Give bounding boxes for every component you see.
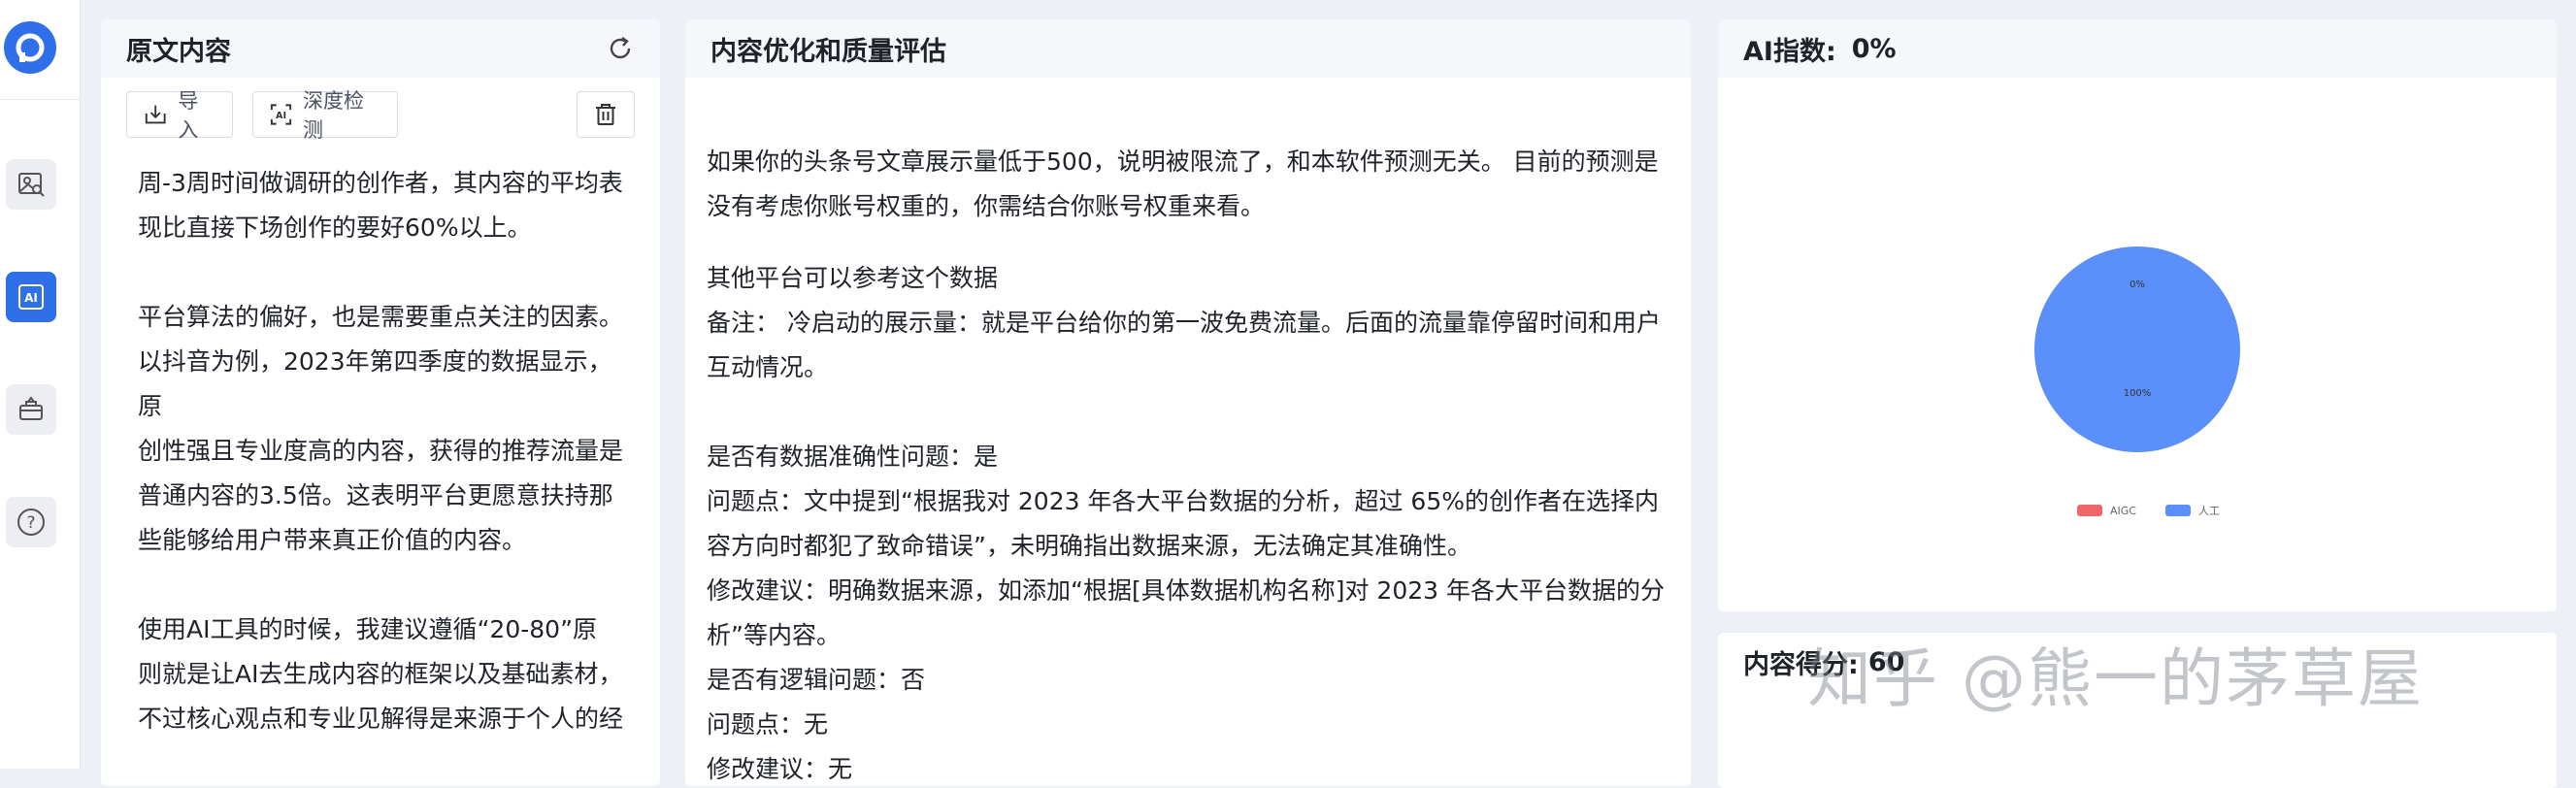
trash-icon bbox=[596, 104, 615, 125]
legend-swatch bbox=[2077, 505, 2102, 516]
original-text[interactable]: 周-3周时间做调研的创作者，其内容的平均表 现比直接下场创作的要好60%以上。 … bbox=[138, 161, 633, 786]
text-line: 创性强且专业度高的内容，获得的推荐流量是 bbox=[138, 437, 624, 465]
sidebar-divider bbox=[0, 99, 80, 100]
ai-index-title: AI指数: bbox=[1743, 36, 1836, 67]
deep-check-button[interactable]: AI 深度检测 bbox=[252, 89, 398, 142]
text-line: 则就是让AI去生成内容的框架以及基础素材， bbox=[138, 660, 623, 688]
ai-scan-icon: AI bbox=[270, 104, 292, 125]
text-line: 是否有数据准确性问题：是 bbox=[707, 443, 999, 471]
text-line: 现比直接下场创作的要好60%以上。 bbox=[138, 213, 532, 242]
text-line: 使用AI工具的时候，我建议遵循“20-80”原 bbox=[138, 615, 598, 643]
ai-index-pie-chart: 0% 100% bbox=[2034, 246, 2240, 452]
toolbox-icon bbox=[19, 396, 43, 420]
panel-header: AI指数: 0% bbox=[1718, 19, 2557, 78]
paragraph: 使用AI工具的时候，我建议遵循“20-80”原 则就是让AI去生成内容的框架以及… bbox=[138, 607, 633, 741]
svg-text:AI: AI bbox=[276, 111, 286, 121]
ai-index-value: 0% bbox=[1851, 33, 1897, 64]
panel-header: 原文内容 bbox=[101, 19, 660, 78]
import-label: 导入 bbox=[178, 89, 199, 142]
paragraph: 周-3周时间做调研的创作者，其内容的平均表 现比直接下场创作的要好60%以上。 bbox=[138, 161, 633, 250]
text-line: 平台算法的偏好，也是需要重点关注的因素。 bbox=[138, 303, 624, 331]
text-line: 修改建议：无 bbox=[707, 755, 853, 783]
original-toolbar: 导入 AI 深度检测 bbox=[126, 89, 635, 142]
original-content-panel: 原文内容 导入 AI 深度检测 周-3周时间做调研的创作者，其内容的平均表 现比… bbox=[101, 19, 660, 786]
import-button[interactable]: 导入 bbox=[126, 89, 233, 142]
panel-header: 内容优化和质量评估 bbox=[685, 19, 1691, 78]
text-line: 周-3周时间做调研的创作者，其内容的平均表 bbox=[138, 169, 623, 197]
image-analysis-icon bbox=[18, 173, 45, 197]
text-line: 互动情况。 bbox=[707, 353, 829, 381]
sidebar: AI ? bbox=[0, 0, 81, 769]
text-line: 修改建议：明确数据来源，如添加“根据[具体数据机构名称]对 2023 年各大平台… bbox=[707, 576, 1665, 605]
delete-button[interactable] bbox=[577, 91, 635, 138]
text-line: 普通内容的3.5倍。这表明平台更愿意扶持那 bbox=[138, 481, 613, 509]
svg-text:AI: AI bbox=[24, 291, 38, 305]
watermark: 知乎 @熊一的茅草屋 bbox=[1807, 641, 2424, 716]
import-icon bbox=[145, 105, 166, 124]
legend-item[interactable]: 人工 bbox=[2164, 503, 2220, 518]
text-line: 不过核心观点和专业见解得是来源于个人的经 bbox=[138, 705, 624, 733]
legend-item[interactable]: AIGC bbox=[2077, 503, 2136, 518]
legend-label: AIGC bbox=[2110, 504, 2136, 517]
text-line: 是否有逻辑问题：否 bbox=[707, 666, 926, 694]
sidebar-item-image-analysis[interactable] bbox=[6, 159, 56, 210]
chart-legend: AIGC 人工 bbox=[2077, 503, 2220, 518]
text-line: 备注： 冷启动的展示量：就是平台给你的第一波免费流量。后面的流量靠停留时间和用户 bbox=[707, 309, 1661, 337]
text-line: 析”等内容。 bbox=[707, 621, 841, 649]
evaluation-panel: 内容优化和质量评估 如果你的头条号文章展示量低于500，说明被限流了，和本软件预… bbox=[685, 19, 1691, 786]
pie-slice-label: 100% bbox=[2124, 388, 2152, 399]
panel-title: 内容优化和质量评估 bbox=[710, 36, 946, 67]
text-line: 其他平台可以参考这个数据 bbox=[707, 264, 999, 292]
evaluation-text[interactable]: 如果你的头条号文章展示量低于500，说明被限流了，和本软件预测无关。 目前的预测… bbox=[707, 140, 1665, 786]
sidebar-item-ai[interactable]: AI bbox=[6, 272, 56, 322]
logo-icon[interactable] bbox=[4, 21, 56, 74]
text-line: 容方向时都犯了致命错误”，未明确指出数据来源，无法确定其准确性。 bbox=[707, 532, 1471, 560]
pie-slice-人工 bbox=[2034, 246, 2240, 452]
text-line: 没有考虑你账号权重的，你需结合你账号权重来看。 bbox=[707, 192, 1266, 220]
legend-swatch bbox=[2164, 505, 2191, 516]
panel-title: 原文内容 bbox=[126, 36, 231, 67]
pie-slice-label: 0% bbox=[2130, 279, 2145, 290]
text-line: 问题点：文中提到“根据我对 2023 年各大平台数据的分析，超过 65%的创作者… bbox=[707, 487, 1659, 515]
text-line: 以抖音为例，2023年第四季度的数据显示，原 bbox=[138, 347, 612, 420]
ai-icon: AI bbox=[18, 284, 44, 310]
sidebar-item-help[interactable]: ? bbox=[6, 497, 56, 547]
paragraph: 平台算法的偏好，也是需要重点关注的因素。 以抖音为例，2023年第四季度的数据显… bbox=[138, 295, 633, 563]
ai-index-panel: AI指数: 0% 0% 100% AIGC 人工 bbox=[1718, 19, 2557, 611]
text-line: 些能够给用户带来真正价值的内容。 bbox=[138, 526, 527, 554]
deep-check-label: 深度检测 bbox=[303, 89, 365, 142]
svg-text:?: ? bbox=[26, 513, 35, 533]
legend-label: 人工 bbox=[2197, 505, 2220, 517]
help-icon: ? bbox=[17, 509, 45, 536]
text-line: 问题点：无 bbox=[707, 710, 829, 739]
refresh-icon[interactable] bbox=[606, 34, 635, 70]
text-line: 如果你的头条号文章展示量低于500，说明被限流了，和本软件预测无关。 目前的预测… bbox=[707, 148, 1659, 176]
sidebar-item-toolbox[interactable] bbox=[6, 384, 56, 435]
